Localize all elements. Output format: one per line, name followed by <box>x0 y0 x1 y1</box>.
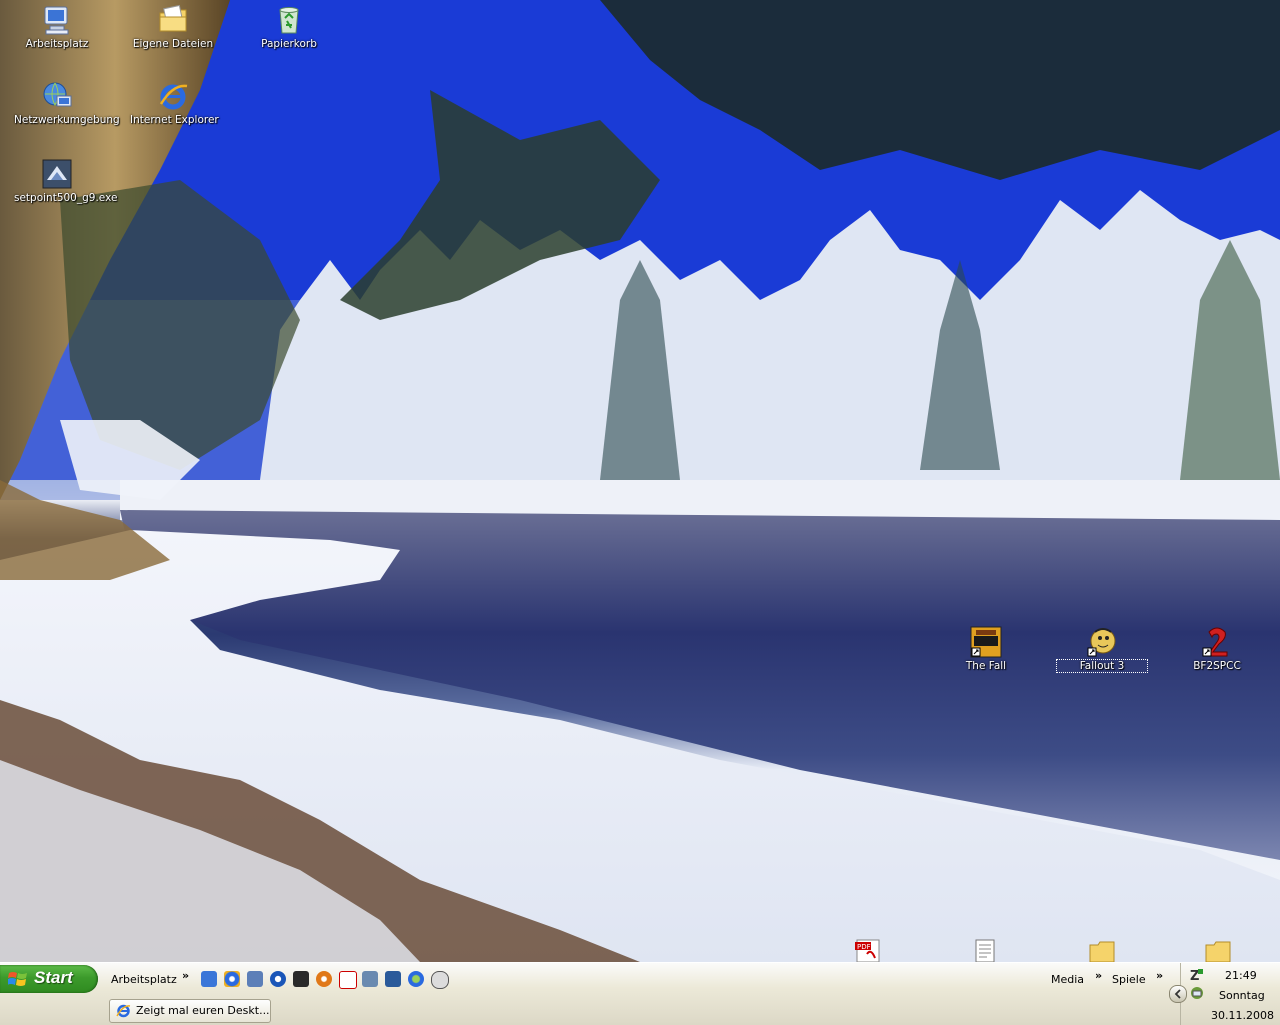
fallout3-game-icon <box>1086 626 1118 658</box>
task-button-label: Zeigt mal euren Deskt... <box>136 1004 270 1017</box>
quicklaunch-info-icon[interactable] <box>316 971 332 987</box>
desktop-icon-label: Arbeitsplatz <box>25 38 89 50</box>
clock-time[interactable]: 21:49 <box>1225 969 1257 982</box>
toolbar-media[interactable]: Media <box>1051 973 1084 986</box>
network-tray-icon[interactable] <box>1189 985 1205 1001</box>
start-button[interactable]: Start <box>0 965 98 993</box>
desktop-icon-internet-explorer[interactable]: Internet Explorer <box>128 80 219 126</box>
desktop-icon-label: BF2SPCC <box>1193 660 1241 672</box>
system-tray: Z 21:49 Sonntag 30.11.2008 <box>1169 963 1280 1025</box>
desktop-icon-the-fall[interactable]: The Fall <box>941 626 1031 672</box>
internet-explorer-icon <box>116 1004 131 1018</box>
internet-explorer-icon <box>157 80 189 112</box>
quicklaunch-steam-icon[interactable] <box>385 971 401 987</box>
tray-expand-icon[interactable] <box>1169 985 1187 1003</box>
svg-text:PDF: PDF <box>857 943 871 951</box>
toolbar-arbeitsplatz[interactable]: Arbeitsplatz <box>111 973 177 986</box>
network-places-icon <box>41 80 73 112</box>
desktop-icon-fallout3[interactable]: Fallout 3 <box>1056 626 1148 673</box>
quicklaunch-app-icon[interactable] <box>293 971 309 987</box>
task-button-forum[interactable]: Zeigt mal euren Deskt... <box>109 999 271 1023</box>
desktop-icon-eigene-dateien[interactable]: Eigene Dateien <box>128 4 218 50</box>
winter-landscape <box>0 0 1280 962</box>
quicklaunch-splash-icon[interactable] <box>339 971 357 989</box>
desktop-icon-bf2spcc[interactable]: BF2SPCC <box>1172 626 1262 672</box>
my-documents-icon <box>157 4 189 36</box>
desktop-icon-papierkorb[interactable]: Papierkorb <box>244 4 334 50</box>
bf2spcc-icon <box>1201 626 1233 658</box>
quicklaunch-explorer-icon[interactable] <box>201 971 217 987</box>
desktop-icon-netzwerkumgebung[interactable]: Netzwerkumgebung <box>12 80 120 126</box>
folder-icon[interactable] <box>1088 940 1116 962</box>
toolbar-spiele[interactable]: Spiele <box>1112 973 1146 986</box>
quicklaunch-ie-icon[interactable] <box>224 971 240 987</box>
desktop-icon-label: setpoint500_g9.exe <box>14 192 118 204</box>
installer-exe-icon <box>41 158 73 190</box>
clock-date: 30.11.2008 <box>1211 1009 1274 1022</box>
toolbar-chevron[interactable]: » <box>182 969 189 982</box>
quicklaunch-disc-icon[interactable] <box>431 971 449 989</box>
recycle-bin-icon <box>273 4 305 36</box>
quicklaunch-mail-icon[interactable] <box>247 971 263 987</box>
desktop-icon-label: Eigene Dateien <box>132 38 214 50</box>
taskbar: Start Arbeitsplatz » Media » Spiele » Ze… <box>0 962 1280 1025</box>
desktop-icon-label: The Fall <box>965 660 1007 672</box>
the-fall-game-icon <box>970 626 1002 658</box>
zonealarm-icon[interactable]: Z <box>1188 967 1204 984</box>
toolbar-spiele-chevron[interactable]: » <box>1156 969 1163 982</box>
desktop-wallpaper: Arbeitsplatz Eigene Dateien Papierkorb N… <box>0 0 1280 962</box>
toolbar-media-chevron[interactable]: » <box>1095 969 1102 982</box>
start-label: Start <box>34 968 73 987</box>
text-file-icon[interactable] <box>973 938 997 962</box>
desktop-icon-label: Internet Explorer <box>130 114 219 126</box>
my-computer-icon <box>41 4 73 36</box>
desktop-icon-setpoint[interactable]: setpoint500_g9.exe <box>12 158 118 204</box>
quicklaunch-tool-icon[interactable] <box>362 971 378 987</box>
desktop-icon-arbeitsplatz[interactable]: Arbeitsplatz <box>12 4 102 50</box>
folder-icon[interactable] <box>1204 940 1232 962</box>
pdf-file-icon[interactable]: PDF <box>853 938 885 962</box>
quicklaunch-media-player-icon[interactable] <box>270 971 286 987</box>
desktop-icon-label: Fallout 3 <box>1056 659 1148 673</box>
windows-logo-icon <box>8 972 27 986</box>
quicklaunch-globe-icon[interactable] <box>408 971 424 987</box>
desktop-icon-label: Netzwerkumgebung <box>14 114 120 126</box>
clock-day: Sonntag <box>1219 989 1265 1002</box>
desktop-icon-label: Papierkorb <box>261 38 317 50</box>
